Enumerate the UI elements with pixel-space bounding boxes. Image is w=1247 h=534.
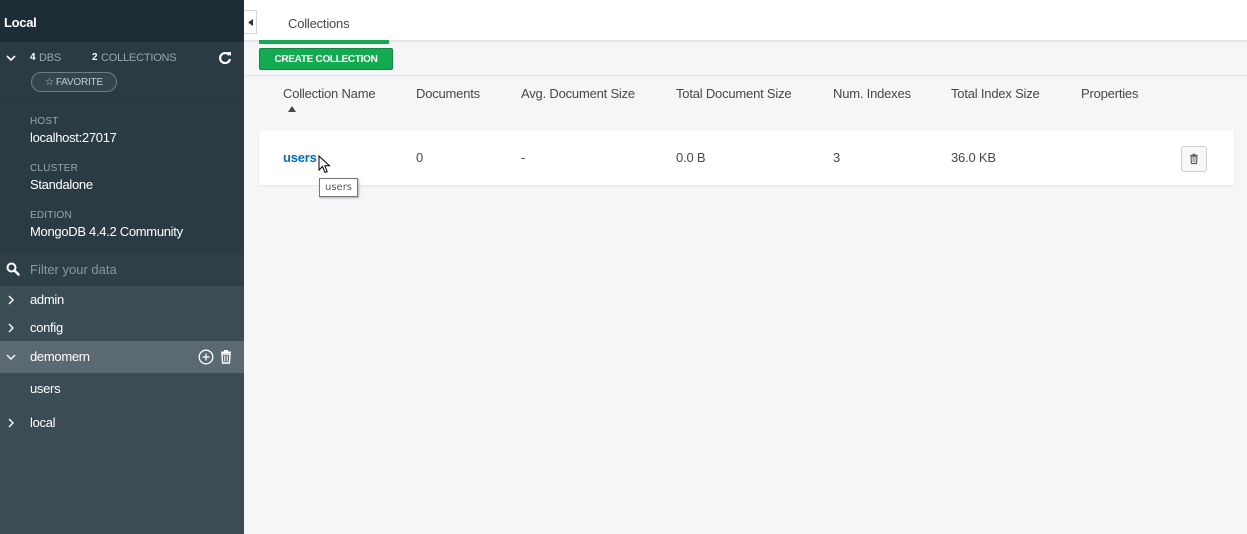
connection-title: Local (4, 15, 37, 30)
db-name: admin (30, 292, 64, 307)
sidebar-stats: 4 DBS 2 COLLECTIONS ☆ FAVORITE (0, 42, 244, 103)
create-collection-button[interactable]: CREATE COLLECTION (259, 48, 393, 70)
filter-bar (0, 252, 244, 286)
main-panel: Collections CREATE COLLECTION Collection… (244, 0, 1247, 534)
cluster-label: CLUSTER (30, 163, 79, 174)
chevron-down-icon[interactable] (6, 53, 16, 63)
column-header-total-index-size[interactable]: Total Index Size (951, 86, 1040, 101)
db-name: config (30, 320, 63, 335)
chevron-right-icon[interactable] (6, 323, 16, 333)
dbs-count: 4 (30, 52, 36, 63)
column-header-documents[interactable]: Documents (416, 86, 480, 101)
collections-label: COLLECTIONS (101, 52, 177, 64)
tooltip: users (319, 178, 359, 197)
plus-circle-icon[interactable] (198, 349, 214, 365)
table-row[interactable]: users 0 - 0.0 B 3 36.0 KB (259, 131, 1234, 185)
instance-info: HOST localhost:27017 CLUSTER Standalone … (0, 103, 244, 252)
sidebar-db-admin[interactable]: admin (0, 286, 244, 314)
sidebar: Local 4 DBS 2 COLLECTIONS ☆ FAVORITE HOS… (0, 0, 244, 534)
tab-bar: Collections (244, 0, 1247, 44)
sidebar-db-local[interactable]: local (0, 409, 244, 437)
edition-value: MongoDB 4.4.2 Community (30, 224, 183, 239)
favorite-label: FAVORITE (55, 76, 103, 88)
favorite-button[interactable]: ☆ FAVORITE (31, 72, 117, 92)
collections-count: 2 (92, 52, 98, 63)
host-label: HOST (30, 116, 59, 127)
total-document-size-cell: 0.0 B (676, 150, 706, 165)
mouse-cursor-icon (318, 155, 331, 174)
num-indexes-cell: 3 (833, 150, 841, 165)
sort-ascending-icon[interactable] (288, 106, 296, 112)
sidebar-collection-users[interactable]: users (0, 374, 244, 404)
db-name: local (30, 415, 56, 430)
chevron-down-icon[interactable] (6, 352, 16, 362)
compass-app: Local 4 DBS 2 COLLECTIONS ☆ FAVORITE HOS… (0, 0, 1247, 534)
db-actions (198, 349, 232, 365)
tab-collections[interactable]: Collections (259, 0, 389, 44)
column-header-collection-name[interactable]: Collection Name (283, 86, 376, 101)
sidebar-header: Local (0, 0, 244, 42)
sidebar-db-config[interactable]: config (0, 314, 244, 342)
caret-left-icon (247, 18, 253, 26)
column-header-avg-document-size[interactable]: Avg. Document Size (521, 86, 635, 101)
total-index-size-cell: 36.0 KB (951, 150, 996, 165)
refresh-icon[interactable] (218, 51, 232, 65)
tab-label: Collections (288, 16, 350, 31)
column-header-total-document-size[interactable]: Total Document Size (676, 86, 792, 101)
db-name: demomern (30, 349, 90, 364)
edition-label: EDITION (30, 210, 72, 221)
filter-input[interactable] (30, 260, 230, 278)
sidebar-db-demomern[interactable]: demomern (0, 341, 244, 373)
documents-cell: 0 (416, 150, 424, 165)
trash-icon[interactable] (220, 349, 232, 365)
search-icon (6, 262, 20, 276)
host-value: localhost:27017 (30, 130, 117, 145)
table-header: Collection Name Documents Avg. Document … (259, 78, 1234, 130)
drop-collection-button[interactable] (1181, 146, 1207, 172)
chevron-right-icon[interactable] (6, 295, 16, 305)
chevron-right-icon[interactable] (6, 418, 16, 428)
column-header-properties[interactable]: Properties (1081, 86, 1138, 101)
cluster-value: Standalone (30, 177, 93, 192)
collection-name-link[interactable]: users (283, 150, 317, 165)
trash-icon (1190, 153, 1198, 165)
collection-name: users (30, 381, 61, 396)
dbs-label: DBS (39, 52, 62, 64)
sidebar-collapse-button[interactable] (244, 10, 257, 34)
column-header-num-indexes[interactable]: Num. Indexes (833, 86, 911, 101)
star-outline-icon: ☆ (45, 76, 54, 88)
avg-document-size-cell: - (521, 150, 526, 165)
toolbar: CREATE COLLECTION (244, 44, 1247, 76)
